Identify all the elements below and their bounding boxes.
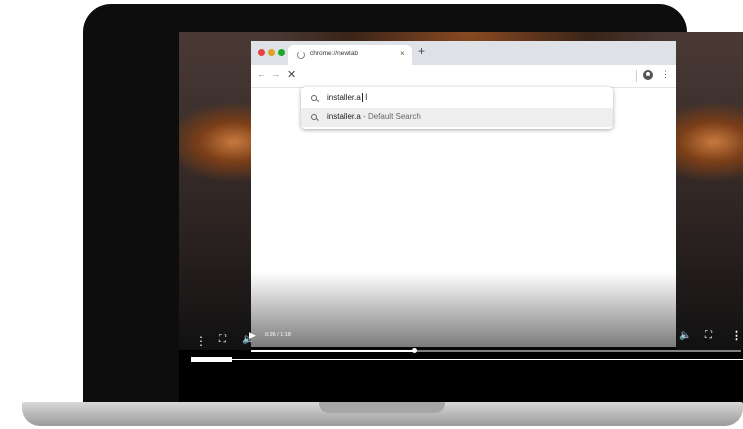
address-input-value: installer.a <box>327 93 363 103</box>
scrubber-handle[interactable] <box>411 348 417 353</box>
toolbar-divider <box>636 70 637 82</box>
more-options-icon[interactable]: ⋮ <box>731 329 742 342</box>
video-progress-fill <box>251 350 415 352</box>
profile-avatar-icon[interactable] <box>643 70 653 80</box>
laptop-screen: chrome://newtab × + ← → ✕ ⋮ installer.a … <box>179 32 743 406</box>
laptop-lid: chrome://newtab × + ← → ✕ ⋮ installer.a … <box>83 4 743 406</box>
omnibox-suggestion[interactable]: installer.a - Default Search <box>301 108 613 127</box>
video-controls-gradient <box>251 272 676 352</box>
suggestion-separator: - <box>363 112 366 121</box>
close-window-button[interactable] <box>258 49 265 56</box>
tab-strip: chrome://newtab × + <box>251 41 676 65</box>
laptop-notch <box>319 402 445 413</box>
ibeam-cursor-icon: I <box>365 92 368 102</box>
suggestion-query: installer.a <box>327 112 361 121</box>
tab-title: chrome://newtab <box>310 50 359 57</box>
outer-progress-bar[interactable] <box>191 357 743 362</box>
search-icon <box>311 95 317 101</box>
maximize-window-button[interactable] <box>278 49 285 56</box>
video-progress-bar[interactable] <box>251 348 741 353</box>
suggestion-text: installer.a - Default Search <box>327 112 421 121</box>
new-tab-button[interactable]: + <box>418 44 425 58</box>
play-icon[interactable]: ▶ <box>249 330 256 341</box>
laptop-base <box>22 402 743 426</box>
text-caret <box>361 93 363 103</box>
stop-loading-icon[interactable]: ✕ <box>287 68 296 81</box>
more-menu-icon[interactable]: ⋮ <box>661 69 670 80</box>
fullscreen-icon[interactable]: ⛶ <box>705 330 712 341</box>
search-icon <box>311 114 317 120</box>
loading-spinner-icon <box>297 51 305 59</box>
video-time: 0:26 / 1:18 <box>265 332 291 338</box>
browser-toolbar: ← → ✕ ⋮ installer.a I installer.a - Defa… <box>251 65 676 129</box>
back-arrow-icon[interactable]: ← <box>257 69 266 79</box>
suggestion-desc: Default Search <box>367 112 421 121</box>
more-options-icon[interactable]: ⋮ <box>195 334 207 348</box>
volume-icon[interactable]: 🔈 <box>679 330 691 341</box>
fullscreen-icon[interactable]: ⛶ <box>219 334 226 345</box>
tab-close-icon[interactable]: × <box>400 49 405 58</box>
address-input-text: installer.a <box>327 93 361 102</box>
address-bar-input[interactable]: installer.a I <box>301 89 613 108</box>
tab-newtab[interactable]: chrome://newtab × <box>288 45 412 65</box>
omnibox-dropdown: installer.a I installer.a - Default Sear… <box>301 87 613 129</box>
outer-progress-fill <box>191 357 233 362</box>
forward-arrow-icon[interactable]: → <box>271 69 280 79</box>
minimize-window-button[interactable] <box>268 49 275 56</box>
